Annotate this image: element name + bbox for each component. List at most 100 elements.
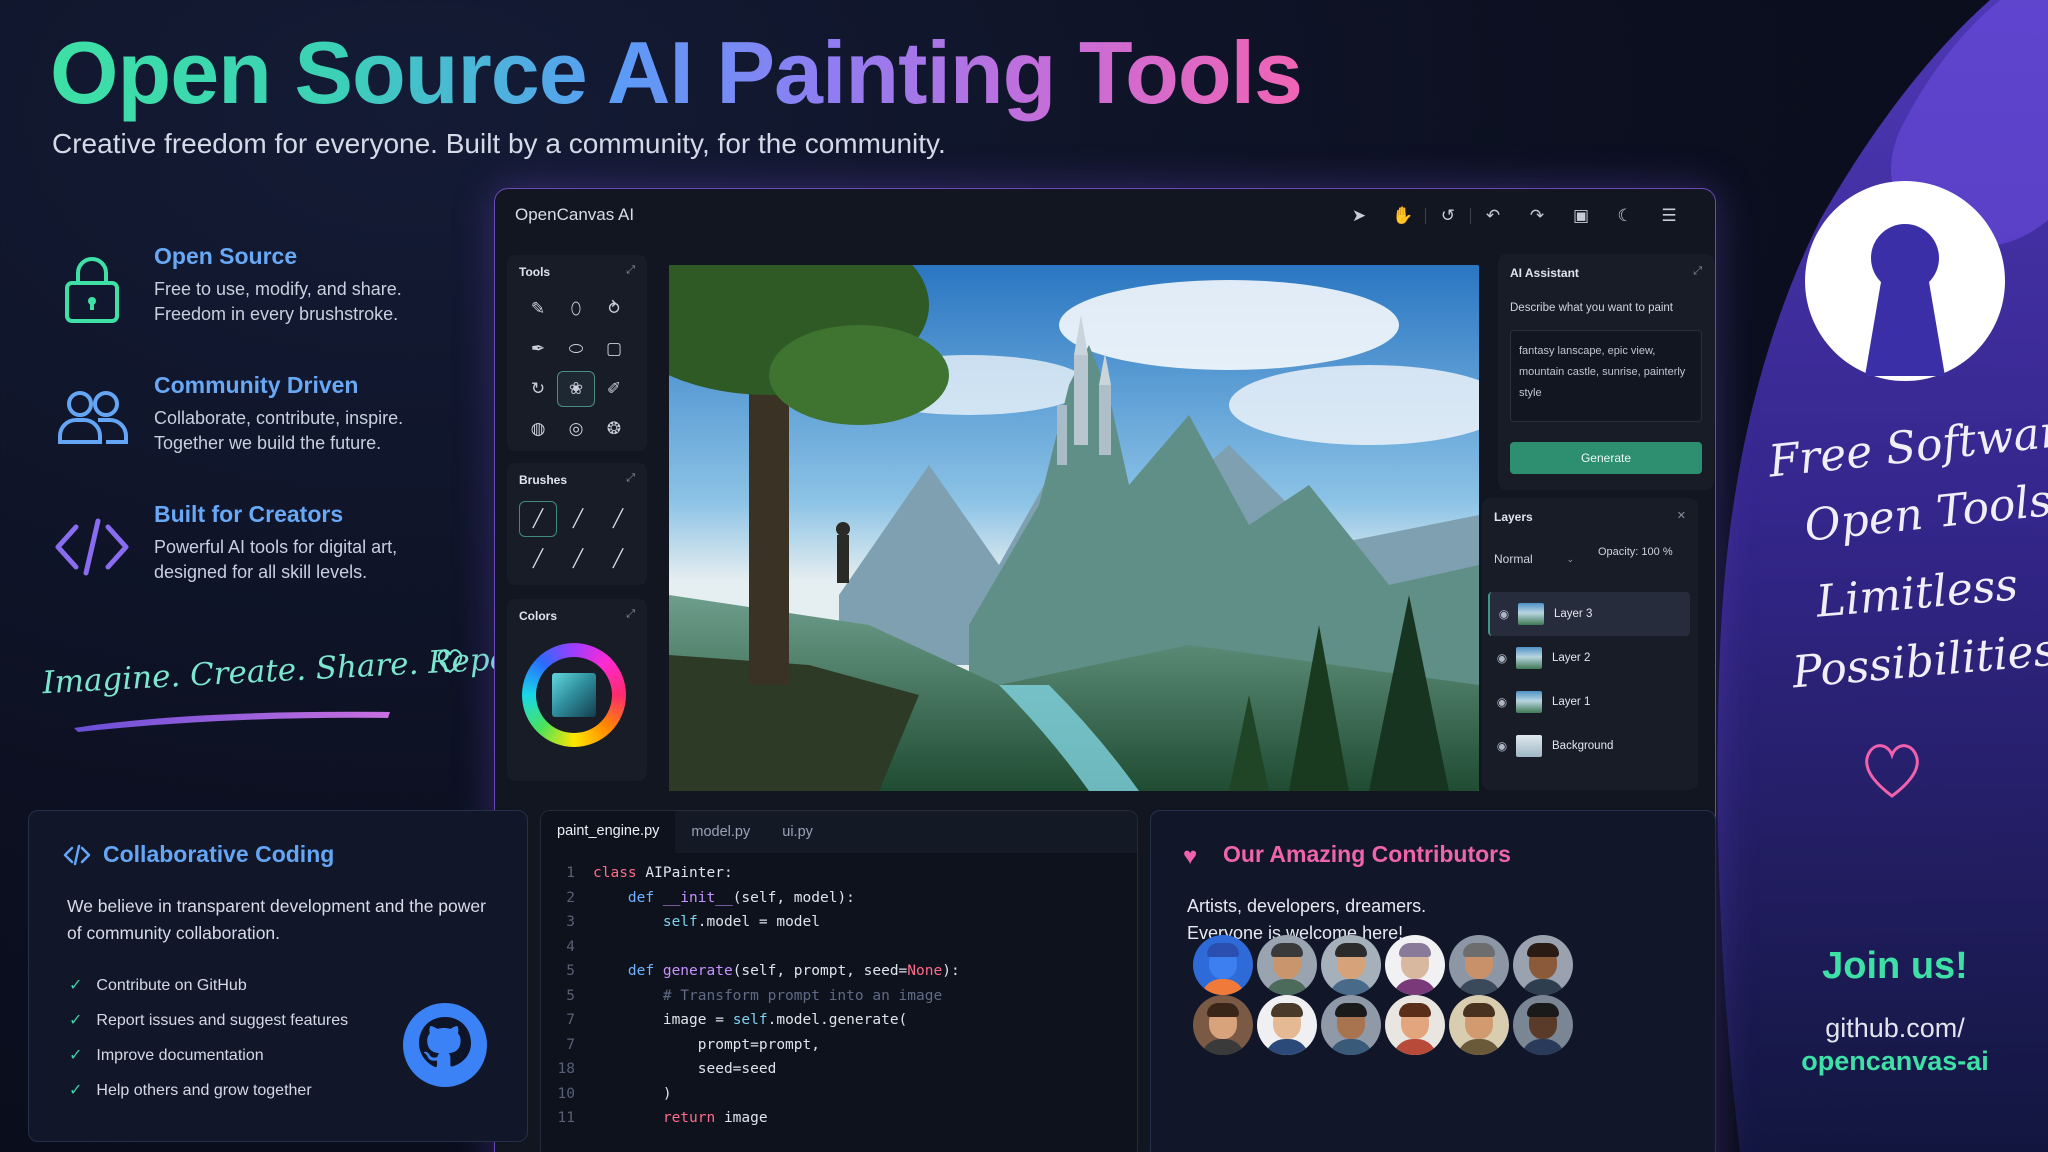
smudge-tool-icon[interactable]: ↻ xyxy=(519,371,557,407)
lasso-tool-icon[interactable]: ⬯ xyxy=(557,291,595,327)
line-number: 5 xyxy=(566,963,575,979)
code-line: 3 self .model = model xyxy=(541,914,960,939)
rotate-icon[interactable]: ↺ xyxy=(1426,201,1470,231)
brush-tool-icon[interactable]: ✎ xyxy=(519,291,557,327)
menu-icon[interactable]: ☰ xyxy=(1647,201,1691,231)
users-icon xyxy=(58,391,128,444)
feature-title: Open Source xyxy=(154,243,298,269)
opacity-value[interactable]: Opacity: 100 % xyxy=(1598,546,1673,558)
tab-ui[interactable]: ui.py xyxy=(766,811,829,853)
feature-line: Free to use, modify, and share. xyxy=(154,279,402,299)
editor-tabs: paint_engine.py model.py ui.py xyxy=(541,811,1137,853)
avatar[interactable] xyxy=(1385,995,1445,1055)
check-icon: ✓ xyxy=(69,1012,83,1029)
line-number: 5 xyxy=(566,987,575,1004)
brush-preset-icon[interactable]: ╱ xyxy=(599,501,637,537)
undo-icon[interactable]: ↶ xyxy=(1471,201,1515,231)
app-toolbar: ➤ ✋ ↺ ↶ ↷ ▣ ☾ ☰ xyxy=(1337,201,1691,231)
color-picker-square[interactable] xyxy=(552,673,596,717)
avatar[interactable] xyxy=(1321,995,1381,1055)
line-number: 7 xyxy=(566,1036,575,1053)
checklist-item: ✓ Report issues and suggest features xyxy=(69,1010,348,1030)
avatar[interactable] xyxy=(1257,995,1317,1055)
colors-label: Colors xyxy=(519,609,558,623)
painting-canvas[interactable] xyxy=(669,265,1479,791)
github-url-line1[interactable]: github.com/ xyxy=(1780,1013,2010,1044)
avatar[interactable] xyxy=(1193,995,1253,1055)
feature-title: Built for Creators xyxy=(154,501,344,527)
collapse-icon[interactable]: ⤢ xyxy=(626,264,635,277)
page-subtitle: Creative freedom for everyone. Built by … xyxy=(52,128,946,159)
avatar[interactable] xyxy=(1257,935,1317,995)
layer-item[interactable]: ◉ Layer 3 xyxy=(1488,592,1690,636)
feature-line: Together we build the future. xyxy=(154,433,382,453)
tab-paint-engine[interactable]: paint_engine.py xyxy=(541,811,676,853)
line-number: 2 xyxy=(566,889,575,906)
collaborative-coding-card: Collaborative Coding We believe in trans… xyxy=(28,810,528,1142)
moon-icon[interactable]: ☾ xyxy=(1603,201,1647,231)
avatar[interactable] xyxy=(1385,935,1445,995)
code-content[interactable]: 1 class AIPainter: 2 def __init__ (self, m… xyxy=(541,865,960,1135)
brush-preset-icon[interactable]: ╱ xyxy=(519,501,557,537)
avatar[interactable] xyxy=(1449,995,1509,1055)
eye-icon[interactable]: ◉ xyxy=(1490,607,1518,621)
eraser-tool-icon[interactable]: ✐ xyxy=(595,371,633,407)
blend-tool-icon[interactable]: ⥁ xyxy=(595,291,633,327)
layer-name: Layer 2 xyxy=(1552,652,1591,664)
avatar[interactable] xyxy=(1193,935,1253,995)
layer-item[interactable]: ◉ Layer 1 xyxy=(1488,680,1690,724)
collapse-icon[interactable]: ⤢ xyxy=(626,608,635,621)
layer-item[interactable]: ◉ Background xyxy=(1488,724,1690,768)
collapse-icon[interactable]: ⤢ xyxy=(1693,265,1702,278)
checklist-item: ✓ Contribute on GitHub xyxy=(69,975,247,995)
avatar[interactable] xyxy=(1513,935,1573,995)
tab-model[interactable]: model.py xyxy=(675,811,766,853)
tagline: Imagine. Create. Share. Repeat. xyxy=(41,638,550,702)
line-number: 3 xyxy=(566,914,575,930)
layer-name: Background xyxy=(1552,740,1614,752)
code-line: 18 seed=seed xyxy=(541,1061,960,1086)
avatar[interactable] xyxy=(1513,995,1573,1055)
heart-doodle-icon xyxy=(437,649,463,674)
ai-assistant-label: AI Assistant xyxy=(1510,266,1579,280)
close-icon[interactable]: ✕ xyxy=(1677,509,1686,522)
ai-select-tool-icon[interactable]: ❀ xyxy=(557,371,595,407)
warp-tool-icon[interactable]: ◎ xyxy=(557,411,595,447)
code-line: 10 ) xyxy=(541,1086,960,1111)
shape-tool-icon[interactable]: ⬭ xyxy=(557,331,595,367)
brush-grid: ╱ ╱ ╱ ╱ ╱ ╱ xyxy=(519,501,639,577)
card-title: Collaborative Coding xyxy=(103,841,335,867)
brush-preset-icon[interactable]: ╱ xyxy=(559,501,597,537)
github-url-line2[interactable]: opencanvas-ai xyxy=(1780,1046,2010,1077)
save-icon[interactable]: ▣ xyxy=(1559,201,1603,231)
blend-mode-select[interactable]: Normal ⌄ xyxy=(1494,544,1586,574)
brush-preset-icon[interactable]: ╱ xyxy=(599,541,637,577)
fill-tool-icon[interactable]: ◍ xyxy=(519,411,557,447)
avatar[interactable] xyxy=(1321,935,1381,995)
layer-thumbnail xyxy=(1516,691,1542,713)
avatar[interactable] xyxy=(1449,935,1509,995)
layer-thumbnail xyxy=(1516,647,1542,669)
line-number: 18 xyxy=(557,1061,575,1077)
eyedropper-tool-icon[interactable]: ✒ xyxy=(519,331,557,367)
checklist-label: Improve documentation xyxy=(96,1047,264,1064)
line-number: 10 xyxy=(557,1085,575,1102)
prompt-textarea[interactable]: fantasy lanscape, epic view, mountain ca… xyxy=(1510,330,1702,422)
redo-icon[interactable]: ↷ xyxy=(1515,201,1559,231)
filter-tool-icon[interactable]: ❂ xyxy=(595,411,633,447)
brush-preset-icon[interactable]: ╱ xyxy=(559,541,597,577)
cursor-icon[interactable]: ➤ xyxy=(1337,201,1381,231)
github-icon[interactable] xyxy=(401,1001,489,1089)
layer-item[interactable]: ◉ Layer 2 xyxy=(1488,636,1690,680)
code-line: 4 xyxy=(541,939,960,964)
collapse-icon[interactable]: ⤢ xyxy=(626,472,635,485)
hand-icon[interactable]: ✋ xyxy=(1381,201,1425,231)
eye-icon[interactable]: ◉ xyxy=(1488,651,1516,665)
eye-icon[interactable]: ◉ xyxy=(1488,739,1516,753)
brush-preset-icon[interactable]: ╱ xyxy=(519,541,557,577)
transform-tool-icon[interactable]: ▢ xyxy=(595,331,633,367)
generate-button[interactable]: Generate xyxy=(1510,442,1702,474)
eye-icon[interactable]: ◉ xyxy=(1488,695,1516,709)
layers-label: Layers xyxy=(1494,510,1533,524)
code-line: 7 prompt=prompt, xyxy=(541,1037,960,1062)
